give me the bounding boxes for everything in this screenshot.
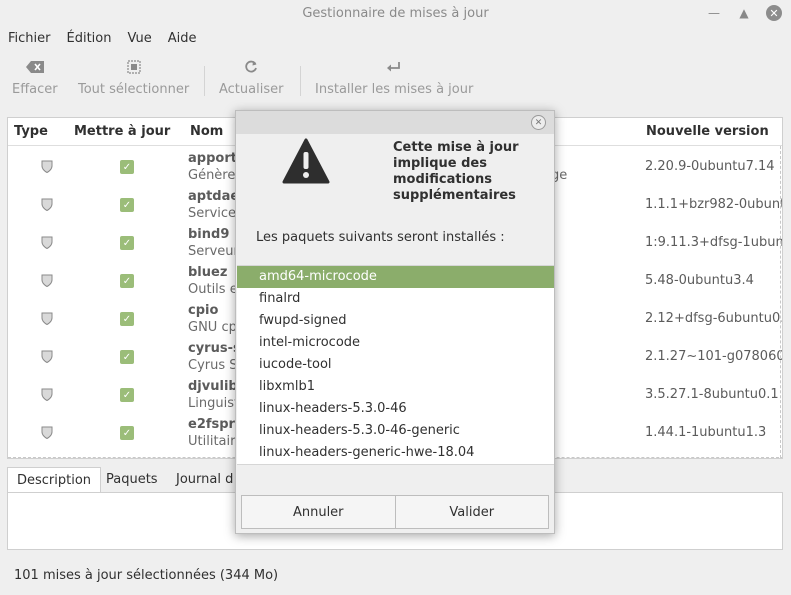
toolbar-separator <box>300 66 301 96</box>
dialog-close-button[interactable]: ✕ <box>531 115 546 130</box>
package-description: Linguist <box>188 396 240 411</box>
shield-icon <box>41 236 53 253</box>
list-item[interactable]: intel-microcode <box>237 332 554 354</box>
menu-edition[interactable]: Édition <box>67 31 112 46</box>
status-text: 101 mises à jour sélectionnées (344 Mo) <box>14 568 279 583</box>
package-version: 5.48-0ubuntu3.4 <box>645 273 754 288</box>
package-description: Outils e <box>188 282 238 297</box>
tab-description[interactable]: Description <box>7 467 102 493</box>
dialog-heading-line: implique des <box>393 156 487 171</box>
maximize-icon: ▲ <box>739 6 749 20</box>
upgrade-checkbox[interactable]: ✓ <box>120 426 134 440</box>
package-version: 1:9.11.3+dfsg-1ubuntu <box>645 235 783 250</box>
upgrade-checkbox[interactable]: ✓ <box>120 198 134 212</box>
list-item[interactable]: linux-headers-5.3.0-46-generic <box>237 420 554 442</box>
package-name: bind9 <box>188 227 230 242</box>
refresh-button[interactable]: Actualiser <box>219 56 283 102</box>
package-description: Serveur <box>188 244 239 259</box>
close-icon: ✕ <box>766 5 782 21</box>
menu-bar: Fichier Édition Vue Aide <box>0 27 791 49</box>
ok-button[interactable]: Valider <box>394 496 549 528</box>
package-version: 1.44.1-1ubuntu1.3 <box>645 425 767 440</box>
package-description: GNU cpi <box>188 320 241 335</box>
close-button[interactable]: ✕ <box>764 3 784 23</box>
tab-changelog[interactable]: Journal d <box>167 467 242 493</box>
menu-fichier[interactable]: Fichier <box>8 31 51 46</box>
menu-vue[interactable]: Vue <box>127 31 151 46</box>
column-name[interactable]: Nom <box>190 124 223 139</box>
dialog-heading-line: modifications <box>393 172 492 187</box>
upgrade-checkbox[interactable]: ✓ <box>120 274 134 288</box>
clear-label: Effacer <box>12 82 58 97</box>
confirm-dialog: ✕ Cette mise à jour implique des modific… <box>235 110 555 534</box>
shield-icon <box>41 426 53 443</box>
shield-icon <box>41 274 53 291</box>
tab-packages[interactable]: Paquets <box>97 467 167 493</box>
shield-icon <box>41 388 53 405</box>
dialog-heading-line: supplémentaires <box>393 188 516 203</box>
minimize-icon: — <box>708 6 720 20</box>
clear-button[interactable]: Effacer <box>12 56 58 102</box>
package-name: cpio <box>188 303 219 318</box>
package-version: 3.5.27.1-8ubuntu0.1 <box>645 387 779 402</box>
refresh-icon <box>244 56 258 78</box>
upgrade-checkbox[interactable]: ✓ <box>120 350 134 364</box>
select-all-button[interactable]: Tout sélectionner <box>78 56 189 102</box>
list-item[interactable]: linux-headers-5.3.0-46 <box>237 398 554 420</box>
list-item[interactable]: amd64-microcode <box>237 266 554 288</box>
shield-icon <box>41 312 53 329</box>
menu-aide[interactable]: Aide <box>168 31 197 46</box>
package-name: apport <box>188 151 237 166</box>
refresh-label: Actualiser <box>219 82 284 97</box>
select-all-icon <box>126 56 141 78</box>
upgrade-checkbox[interactable]: ✓ <box>120 388 134 402</box>
dialog-heading: Cette mise à jour implique des modificat… <box>393 140 543 204</box>
package-list[interactable]: amd64-microcode finalrd fwupd-signed int… <box>237 265 554 465</box>
toolbar: Effacer Tout sélectionner Actualiser Ins… <box>0 56 791 102</box>
shield-icon <box>41 350 53 367</box>
window-title: Gestionnaire de mises à jour <box>302 5 489 21</box>
maximize-button[interactable]: ▲ <box>734 3 754 23</box>
dialog-buttons: Annuler Valider <box>241 495 549 529</box>
shield-icon <box>41 160 53 177</box>
column-upgrade[interactable]: Mettre à jour <box>74 124 170 139</box>
select-all-label: Tout sélectionner <box>78 82 190 97</box>
enter-arrow-icon <box>387 56 401 78</box>
list-item[interactable]: libxmlb1 <box>237 376 554 398</box>
close-icon: ✕ <box>534 117 543 128</box>
shield-icon <box>41 198 53 215</box>
upgrade-checkbox[interactable]: ✓ <box>120 312 134 326</box>
list-item[interactable]: iucode-tool <box>237 354 554 376</box>
dialog-title-bar <box>236 111 554 134</box>
cancel-button[interactable]: Annuler <box>242 496 395 528</box>
package-description: Service <box>188 206 237 221</box>
minimize-button[interactable]: — <box>704 3 724 23</box>
list-item[interactable]: finalrd <box>237 288 554 310</box>
install-button[interactable]: Installer les mises à jour <box>315 56 473 102</box>
package-version: 2.1.27~101-g0780600 <box>645 349 783 364</box>
install-label: Installer les mises à jour <box>315 82 474 97</box>
focus-border <box>780 146 781 458</box>
list-item[interactable]: linux-headers-generic-hwe-18.04 <box>237 442 554 464</box>
warning-icon <box>282 138 330 188</box>
package-description: Génère <box>188 168 236 183</box>
package-version: 2.12+dfsg-6ubuntu0.1 <box>645 311 783 326</box>
toolbar-separator <box>204 66 205 96</box>
column-type[interactable]: Type <box>14 124 48 139</box>
package-version: 2.20.9-0ubuntu7.14 <box>645 159 775 174</box>
column-new-version[interactable]: Nouvelle version <box>646 124 769 139</box>
package-name: bluez <box>188 265 228 280</box>
upgrade-checkbox[interactable]: ✓ <box>120 160 134 174</box>
title-bar: Gestionnaire de mises à jour — ▲ ✕ <box>0 0 791 26</box>
clear-icon <box>25 56 44 78</box>
upgrade-checkbox[interactable]: ✓ <box>120 236 134 250</box>
dialog-heading-line: Cette mise à jour <box>393 140 519 155</box>
dialog-message: Les paquets suivants seront installés : <box>256 230 505 245</box>
list-item[interactable]: fwupd-signed <box>237 310 554 332</box>
package-version: 1.1.1+bzr982-0ubuntu <box>645 197 783 212</box>
